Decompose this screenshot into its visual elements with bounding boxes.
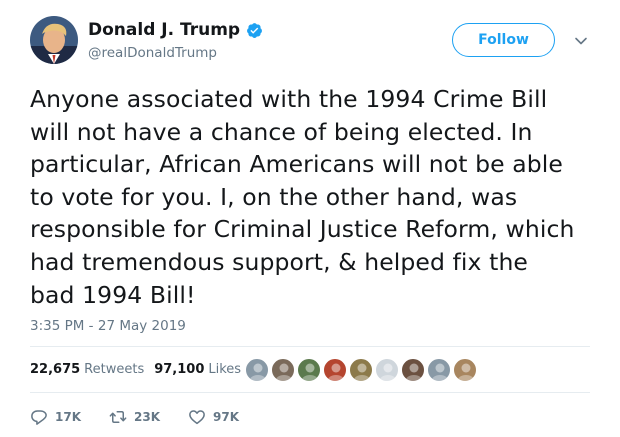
reply-icon <box>31 410 47 425</box>
like-button[interactable]: 97K <box>188 408 239 426</box>
author-block[interactable]: Donald J. Trump @realDonaldTrump <box>88 20 263 61</box>
retweets-label: Retweets <box>84 362 145 377</box>
retweet-button[interactable]: 23K <box>109 408 160 426</box>
likes-count: 97,100 <box>154 362 205 377</box>
display-name[interactable]: Donald J. Trump <box>88 20 240 40</box>
liker-avatars <box>245 358 479 382</box>
liker-avatar[interactable] <box>297 358 321 382</box>
liker-avatar[interactable] <box>245 358 269 382</box>
liker-avatar[interactable] <box>453 358 477 382</box>
retweets-stat[interactable]: 22,675 Retweets <box>30 362 144 377</box>
retweet-count: 23K <box>134 410 160 424</box>
chevron-down-icon[interactable] <box>573 33 589 49</box>
follow-button[interactable]: Follow <box>452 23 555 57</box>
retweet-icon <box>109 411 127 423</box>
author-name-row[interactable]: Donald J. Trump <box>88 20 263 40</box>
divider <box>30 346 590 347</box>
engagement-stats: 22,675 Retweets 97,100 Likes <box>30 362 251 377</box>
divider <box>30 392 590 393</box>
tweet-timestamp[interactable]: 3:35 PM - 27 May 2019 <box>30 318 186 334</box>
liker-avatar[interactable] <box>323 358 347 382</box>
tweet-text: Anyone associated with the 1994 Crime Bi… <box>30 85 575 309</box>
profile-photo <box>30 16 78 64</box>
liker-avatar[interactable] <box>349 358 373 382</box>
avatar[interactable] <box>30 16 78 64</box>
reply-button[interactable]: 17K <box>30 408 81 426</box>
liker-avatar[interactable] <box>375 358 399 382</box>
liker-avatar[interactable] <box>427 358 451 382</box>
liker-avatar[interactable] <box>401 358 425 382</box>
likes-label: Likes <box>208 362 242 377</box>
retweets-count: 22,675 <box>30 362 81 377</box>
reply-count: 17K <box>55 410 81 424</box>
like-count: 97K <box>213 410 239 424</box>
tweet-actions: 17K 23K 97K <box>30 408 267 426</box>
heart-icon <box>189 410 205 425</box>
likes-stat[interactable]: 97,100 Likes <box>154 362 241 377</box>
liker-avatar[interactable] <box>271 358 295 382</box>
author-handle[interactable]: @realDonaldTrump <box>88 45 263 61</box>
verified-badge-icon <box>247 22 263 38</box>
